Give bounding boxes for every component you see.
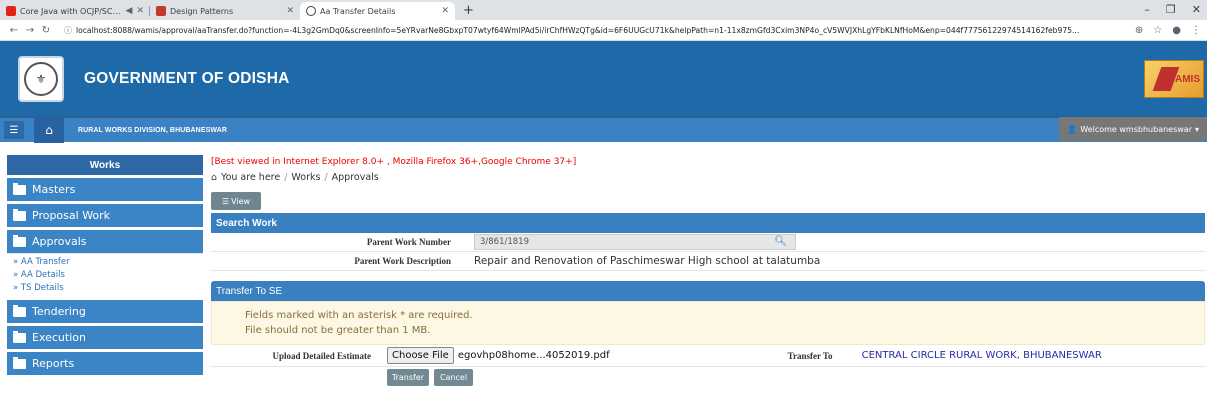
close-tab-icon[interactable]: ✕	[441, 6, 449, 16]
sidebar-item-approvals[interactable]: Approvals	[7, 227, 203, 253]
parent-work-number-input[interactable]: 3/861/1819 🔍︎	[474, 234, 796, 250]
caret-down-icon: ▾	[1194, 124, 1199, 134]
url-text: localhost:8088/wamis/approval/aaTransfer…	[76, 25, 1080, 35]
required-fields-alert: Fields marked with an asterisk * are req…	[211, 301, 1205, 345]
home-icon: ⌂	[211, 171, 218, 183]
odisha-emblem-logo: ⚜	[18, 55, 64, 102]
browser-tab[interactable]: Design Patterns ✕	[150, 2, 300, 20]
back-arrow-icon[interactable]: ←	[6, 25, 22, 36]
audio-icon: ◀︎	[125, 6, 133, 16]
approvals-submenu: » AA Transfer » AA Details » TS Details	[7, 253, 203, 297]
address-bar: ← → ↻ ⓘ localhost:8088/wamis/approval/aa…	[0, 20, 1207, 41]
parent-work-description-value: Repair and Renovation of Paschimeswar Hi…	[474, 255, 821, 267]
choose-file-button[interactable]: Choose File	[387, 347, 454, 364]
breadcrumb-approvals: Approvals	[331, 171, 379, 183]
minimize-button[interactable]: –	[1144, 3, 1150, 16]
cancel-button[interactable]: Cancel	[434, 369, 473, 386]
globe-favicon-icon	[306, 6, 316, 16]
window-controls: – ❐ ✕	[1144, 3, 1201, 16]
site-favicon-icon	[156, 6, 166, 16]
main-content: [Best viewed in Internet Explorer 8.0+ ,…	[211, 155, 1205, 386]
zoom-icon[interactable]: ⊕	[1135, 25, 1143, 36]
close-tab-icon[interactable]: ✕	[136, 6, 144, 16]
site-header: ⚜ GOVERNMENT OF ODISHA WAMIS	[0, 41, 1207, 116]
home-icon[interactable]: ⌂	[34, 117, 64, 143]
browser-tab-active[interactable]: Aa Transfer Details ✕	[300, 2, 455, 20]
sidebar: Works Masters Proposal Work Approvals » …	[7, 155, 203, 375]
close-tab-icon[interactable]: ✕	[286, 6, 294, 16]
sidebar-item-masters[interactable]: Masters	[7, 175, 203, 201]
transfer-to-se-panel-heading: Transfer To SE	[211, 281, 1205, 301]
sidebar-item-proposal-work[interactable]: Proposal Work	[7, 201, 203, 227]
transfer-to-value: CENTRAL CIRCLE RURAL WORK, BHUBANESWAR	[861, 350, 1102, 361]
new-tab-button[interactable]: +	[455, 2, 482, 20]
folder-icon	[13, 356, 26, 369]
sidebar-subitem-ts-details[interactable]: » TS Details	[7, 282, 203, 295]
list-icon: ☰	[221, 196, 230, 206]
view-button[interactable]: ☰ View	[211, 192, 261, 210]
menu-dots-icon[interactable]: ⋮	[1191, 25, 1201, 36]
close-window-button[interactable]: ✕	[1192, 3, 1201, 16]
parent-work-number-label: Parent Work Number	[366, 237, 451, 247]
user-icon: 👤	[1067, 124, 1078, 134]
folder-icon	[13, 234, 26, 247]
reload-icon[interactable]: ↻	[38, 25, 54, 36]
youtube-favicon-icon	[6, 6, 16, 16]
sidebar-subitem-aa-transfer[interactable]: » AA Transfer	[7, 256, 203, 269]
folder-icon	[13, 304, 26, 317]
user-menu-dropdown[interactable]: 👤 Welcome wmsbhubaneswar ▾	[1059, 117, 1207, 141]
sidebar-item-reports[interactable]: Reports	[7, 349, 203, 375]
top-navbar: ☰ ⌂ RURAL WORKS DIVISION, BHUBANESWAR 👤 …	[0, 116, 1207, 143]
hamburger-menu-icon[interactable]: ☰	[4, 121, 24, 139]
restore-button[interactable]: ❐	[1166, 3, 1176, 16]
browser-tab[interactable]: Core Java with OCJP/SCJP: L ◀︎ ✕	[0, 2, 150, 20]
upload-estimate-label: Upload Detailed Estimate	[272, 350, 372, 361]
search-work-panel-heading: Search Work	[211, 213, 1205, 233]
wamis-logo: WAMIS	[1144, 60, 1204, 98]
sidebar-heading: Works	[7, 155, 203, 175]
folder-icon	[13, 330, 26, 343]
sidebar-item-execution[interactable]: Execution	[7, 323, 203, 349]
search-icon[interactable]: 🔍︎	[774, 236, 787, 247]
breadcrumb: ⌂ You are here / Works / Approvals	[211, 171, 379, 183]
division-name: RURAL WORKS DIVISION, BHUBANESWAR	[78, 126, 228, 134]
parent-work-description-label: Parent Work Description	[354, 256, 451, 266]
star-icon[interactable]: ☆	[1153, 25, 1162, 36]
sidebar-subitem-aa-details[interactable]: » AA Details	[7, 269, 203, 282]
transfer-to-label: Transfer To	[787, 350, 833, 361]
breadcrumb-works[interactable]: Works	[291, 172, 320, 183]
browser-tab-bar: Core Java with OCJP/SCJP: L ◀︎ ✕ Design …	[0, 0, 1207, 20]
info-icon[interactable]: ⓘ	[64, 25, 72, 36]
selected-file-name: egovhp08home...4052019.pdf	[457, 350, 610, 361]
sidebar-item-tendering[interactable]: Tendering	[7, 297, 203, 323]
browser-notice: [Best viewed in Internet Explorer 8.0+ ,…	[211, 157, 577, 167]
account-icon[interactable]: ●	[1172, 25, 1181, 36]
folder-icon	[13, 208, 26, 221]
forward-arrow-icon[interactable]: →	[22, 25, 38, 36]
emblem-seal-icon: ⚜	[24, 61, 58, 96]
transfer-button[interactable]: Transfer	[387, 369, 429, 386]
folder-icon	[13, 182, 26, 195]
site-title: GOVERNMENT OF ODISHA	[84, 69, 290, 87]
url-field[interactable]: ⓘ localhost:8088/wamis/approval/aaTransf…	[60, 22, 1127, 39]
